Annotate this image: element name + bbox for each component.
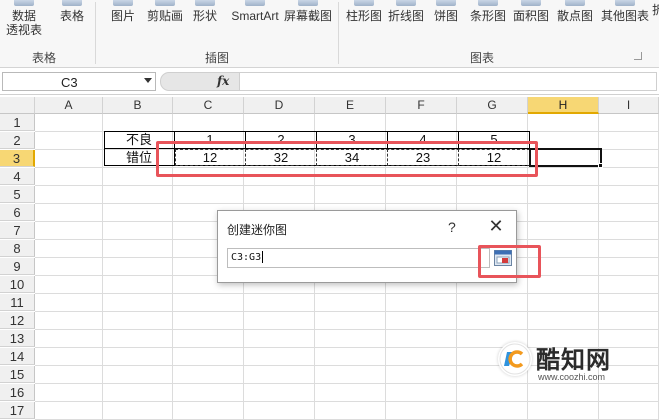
row-header-12[interactable]: 12 (0, 312, 35, 329)
gridline-horizontal (35, 329, 659, 330)
area-chart-button[interactable]: 面积图 (510, 0, 552, 40)
area-chart-icon (521, 0, 541, 6)
gridline-horizontal (35, 401, 659, 402)
fx-icon[interactable]: fx (217, 74, 229, 88)
highlight-button-annotation (478, 245, 541, 278)
text-caret (262, 251, 264, 263)
column-chart-button[interactable]: 柱形图 (344, 0, 384, 40)
row-header-9[interactable]: 9 (0, 258, 35, 275)
formula-input[interactable] (240, 72, 657, 91)
help-icon[interactable]: ? (448, 219, 456, 235)
column-header-A[interactable]: A (35, 97, 103, 114)
highlight-range-annotation (156, 141, 538, 177)
row-header-15[interactable]: 15 (0, 366, 35, 383)
column-header-H[interactable]: H (528, 97, 599, 114)
picture-button[interactable]: 图片 (108, 0, 138, 40)
pie-chart-button[interactable]: 饼图 (431, 0, 461, 40)
pivot-table-icon (14, 0, 34, 6)
shapes-button[interactable]: 形状 (190, 0, 220, 40)
other-charts-icon (615, 0, 635, 6)
gridline-horizontal (35, 185, 659, 186)
row-header-4[interactable]: 4 (0, 168, 35, 185)
scatter-chart-button[interactable]: 散点图 (554, 0, 596, 40)
ribbon: 数据 透视表 表格 表格 图片 剪贴画 形状 SmartArt 屏幕截图 插图 … (0, 0, 659, 68)
row-header-14[interactable]: 14 (0, 348, 35, 365)
column-header-I[interactable]: I (599, 97, 659, 114)
group-separator (95, 2, 96, 64)
table-icon (62, 0, 82, 6)
row-header-11[interactable]: 11 (0, 294, 35, 311)
coozhi-logo-icon (498, 342, 532, 376)
name-box[interactable]: C3 (2, 72, 156, 91)
chevron-down-icon[interactable] (144, 78, 152, 83)
column-header-E[interactable]: E (315, 97, 386, 114)
smartart-button[interactable]: SmartArt (228, 0, 282, 40)
other-charts-button[interactable]: 其他图表 (598, 0, 652, 40)
close-icon[interactable]: ✕ (484, 215, 508, 237)
row-header-2[interactable]: 2 (0, 132, 35, 149)
group-label-illustrations: 插图 (205, 51, 230, 65)
data-range-input[interactable]: C3:G3 (227, 248, 490, 268)
scatter-chart-icon (565, 0, 585, 6)
clipart-icon (155, 0, 175, 6)
watermark: 酷知网 www.coozhi.com (498, 340, 658, 390)
gridline-horizontal (35, 311, 659, 312)
column-header-G[interactable]: G (457, 97, 528, 114)
group-separator (338, 2, 339, 64)
data-range-value: C3:G3 (231, 252, 262, 263)
row-header-1[interactable]: 1 (0, 114, 35, 131)
line-chart-button[interactable]: 折线图 (385, 0, 427, 40)
pivot-table-button[interactable]: 数据 透视表 (4, 0, 44, 40)
table-button[interactable]: 表格 (56, 0, 88, 40)
select-all-corner[interactable] (0, 97, 35, 114)
column-header-F[interactable]: F (386, 97, 457, 114)
group-label-charts: 图表 (470, 51, 495, 65)
gridline-horizontal (35, 293, 659, 294)
picture-icon (113, 0, 133, 6)
row-header-5[interactable]: 5 (0, 186, 35, 203)
sparkline-button-partial[interactable]: 折 (652, 0, 659, 40)
line-chart-icon (396, 0, 416, 6)
row-header-7[interactable]: 7 (0, 222, 35, 239)
formula-bar: C3 fx (0, 68, 659, 95)
clipart-button[interactable]: 剪贴画 (145, 0, 185, 40)
row-header-17[interactable]: 17 (0, 402, 35, 419)
watermark-title: 酷知网 (536, 347, 611, 374)
name-box-value: C3 (61, 75, 78, 90)
formula-bar-divider: fx (160, 72, 240, 91)
charts-dialog-launcher-icon[interactable] (634, 52, 642, 60)
row-header-16[interactable]: 16 (0, 384, 35, 401)
group-label-tables: 表格 (32, 51, 57, 65)
fill-handle[interactable] (598, 163, 603, 168)
row-header-8[interactable]: 8 (0, 240, 35, 257)
row-header-13[interactable]: 13 (0, 330, 35, 347)
screenshot-button[interactable]: 屏幕截图 (282, 0, 334, 40)
create-sparkline-dialog: 创建迷你图 ? ✕ C3:G3 (217, 210, 517, 283)
column-header-D[interactable]: D (244, 97, 315, 114)
gridline-vertical (102, 114, 103, 420)
shapes-icon (195, 0, 215, 6)
pie-chart-icon (436, 0, 456, 6)
column-chart-icon (354, 0, 374, 6)
active-cell-H3[interactable] (529, 148, 602, 167)
bar-chart-button[interactable]: 条形图 (467, 0, 509, 40)
screenshot-icon (298, 0, 318, 6)
row-header-10[interactable]: 10 (0, 276, 35, 293)
bar-chart-icon (478, 0, 498, 6)
row-header-3[interactable]: 3 (0, 150, 35, 167)
watermark-url: www.coozhi.com (538, 372, 606, 382)
row-header-6[interactable]: 6 (0, 204, 35, 221)
dialog-title: 创建迷你图 (227, 223, 288, 237)
column-header-C[interactable]: C (173, 97, 244, 114)
column-header-B[interactable]: B (103, 97, 173, 114)
smartart-icon (245, 0, 265, 6)
gridline-horizontal (35, 203, 659, 204)
